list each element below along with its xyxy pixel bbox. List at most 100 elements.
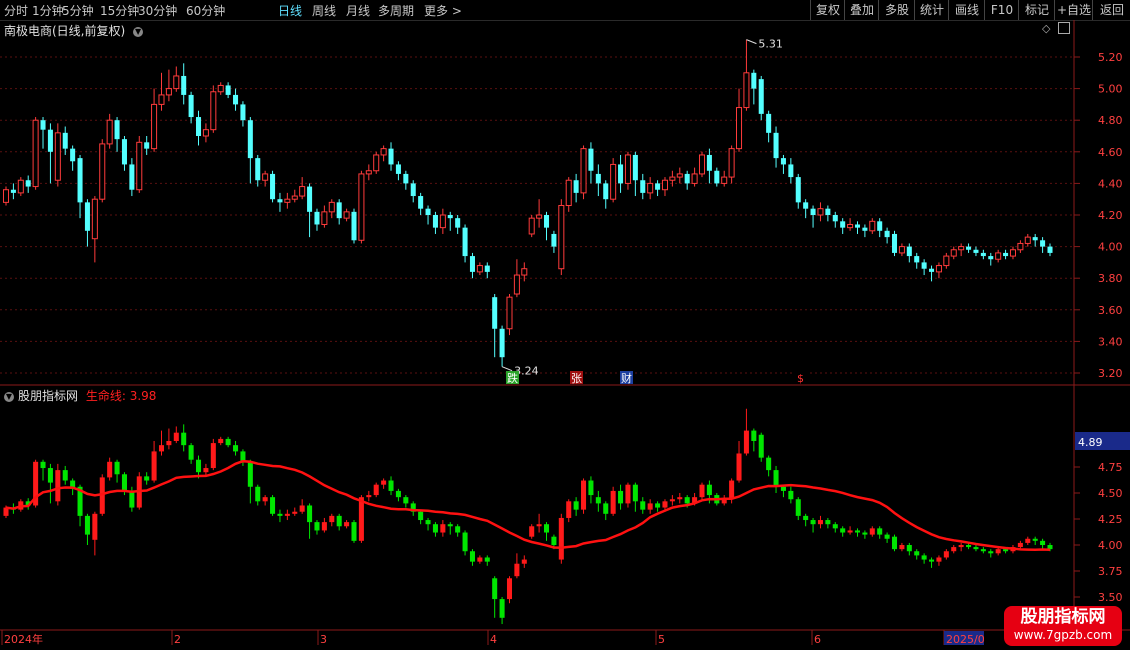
- candle-body: [351, 211, 357, 241]
- candle-body: [225, 85, 231, 95]
- indicator-bar: [218, 438, 224, 444]
- indicator-bar: [581, 480, 587, 510]
- candle-body: [647, 182, 654, 194]
- indicator-bar: [344, 522, 350, 527]
- candle-body: [121, 139, 127, 165]
- candle-body: [743, 72, 750, 109]
- indicator-bar: [943, 551, 949, 558]
- candle-body: [462, 227, 468, 257]
- indicator-bar: [225, 438, 231, 446]
- indicator-bar: [114, 461, 120, 475]
- low-pointer: [501, 366, 513, 372]
- kline-chart[interactable]: 5.20 5.00 4.80 4.60 4.40 4.20 4.00 3.80 3.60 3.40…: [0, 0, 1130, 650]
- indicator-bar: [314, 522, 320, 531]
- candle-body: [825, 208, 831, 215]
- candle-body: [365, 170, 372, 175]
- indicator-bar: [55, 470, 61, 502]
- candle-body: [77, 158, 83, 203]
- indicator-bar: [158, 445, 165, 452]
- indicator-bar: [1003, 549, 1009, 552]
- indicator-bar: [588, 480, 594, 496]
- candle-body: [736, 107, 743, 150]
- candle-body: [780, 158, 786, 165]
- candle-body: [403, 173, 409, 184]
- candle-body: [898, 246, 905, 254]
- candle-body: [439, 214, 446, 229]
- indicator-bar: [662, 501, 668, 508]
- indicator-bar: [573, 501, 579, 510]
- indicator-bar: [210, 443, 216, 469]
- indicator-bar: [462, 532, 468, 552]
- candle-body: [884, 230, 890, 238]
- event-marker: $: [797, 372, 804, 385]
- candle-body: [233, 94, 239, 105]
- candle-body: [921, 262, 927, 269]
- candle-body: [840, 221, 846, 228]
- indicator-bar: [425, 520, 431, 525]
- candle-body: [624, 154, 631, 184]
- x-axis-label: 6: [814, 633, 821, 646]
- indicator-bar: [255, 486, 261, 502]
- indicator-bar: [862, 532, 868, 535]
- candle-body: [455, 218, 461, 228]
- candle-body: [32, 119, 39, 188]
- candle-body: [669, 176, 676, 181]
- price-tick-label: 3.40: [1098, 335, 1123, 348]
- candle-body: [210, 91, 217, 131]
- indicator-bar: [699, 484, 705, 498]
- indicator-bar: [988, 551, 994, 554]
- indicator-bar: [825, 520, 831, 525]
- candle-body: [573, 180, 579, 193]
- indicator-bar: [973, 547, 979, 550]
- candle-body: [551, 233, 557, 247]
- indicator-bar: [817, 520, 823, 525]
- x-axis-label: 3: [320, 633, 327, 646]
- indicator-bar: [270, 497, 276, 514]
- candle-body: [891, 233, 898, 253]
- watermark-title: 股朋指标网: [1020, 607, 1106, 627]
- indicator-tick-label: 4.75: [1098, 461, 1123, 474]
- indicator-bar: [766, 457, 772, 471]
- indicator-bar: [84, 515, 90, 535]
- indicator-tick-label: 3.75: [1098, 565, 1123, 578]
- candle-body: [869, 220, 876, 232]
- indicator-bar: [195, 459, 202, 473]
- indicator-bar: [233, 445, 239, 452]
- indicator-bar: [107, 461, 113, 478]
- indicator-bar: [477, 557, 483, 562]
- candle-body: [492, 297, 498, 329]
- indicator-bar: [47, 468, 53, 483]
- candle-body: [817, 208, 824, 216]
- indicator-bar: [455, 526, 461, 533]
- candle-body: [188, 94, 194, 118]
- candle-body: [299, 186, 306, 197]
- indicator-bar: [958, 545, 964, 548]
- candle-body: [2, 189, 10, 203]
- candle-body: [803, 202, 809, 209]
- candle-body: [751, 72, 757, 89]
- candle-body: [17, 179, 24, 194]
- candle-body: [1024, 236, 1031, 244]
- price-tick-label: 3.80: [1098, 272, 1123, 285]
- indicator-bar: [640, 501, 646, 510]
- candle-body: [195, 117, 202, 136]
- indicator-bar: [188, 445, 194, 460]
- indicator-bar: [929, 559, 935, 562]
- candle-body: [684, 173, 690, 184]
- indicator-bar: [780, 486, 786, 491]
- indicator-bar: [610, 490, 616, 514]
- candle-body: [521, 268, 528, 276]
- indicator-bar: [655, 503, 661, 508]
- indicator-bar: [336, 515, 342, 527]
- price-tick-label: 4.40: [1098, 177, 1123, 190]
- high-price-label: 5.31: [758, 38, 783, 51]
- indicator-bar: [447, 524, 453, 527]
- x-axis-label: 5: [658, 633, 665, 646]
- indicator-bar: [351, 522, 357, 541]
- indicator-bar: [277, 513, 283, 516]
- candle-body: [129, 164, 135, 190]
- indicator-bar: [92, 513, 98, 540]
- candle-body: [1040, 240, 1046, 247]
- x-axis-label: 2024年: [4, 632, 43, 646]
- candle-body: [973, 249, 979, 253]
